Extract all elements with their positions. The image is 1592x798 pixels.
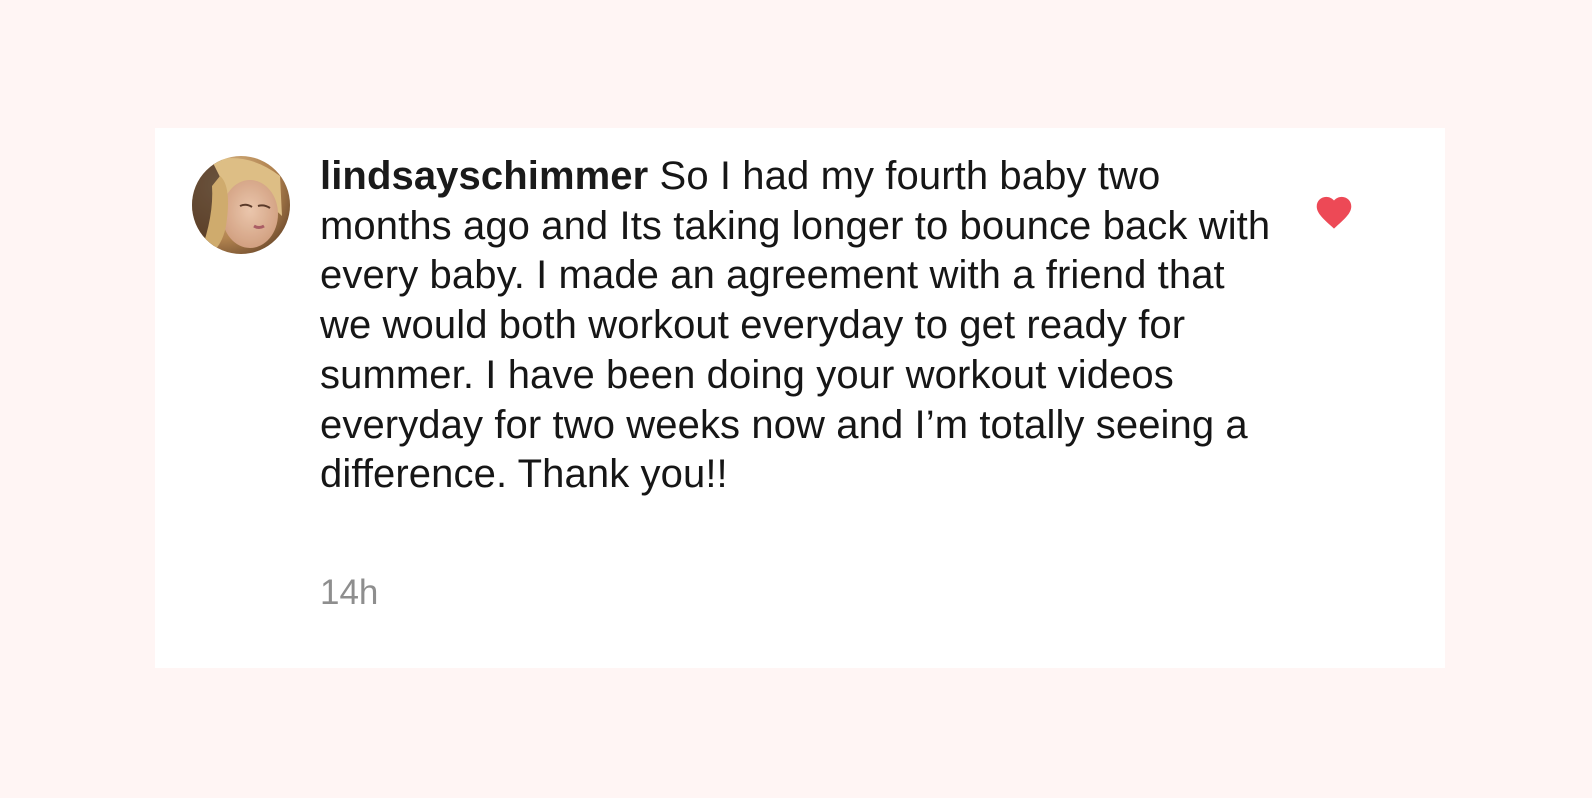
comment-card: lindsayschimmer So I had my fourth baby … [155,128,1445,668]
avatar-photo [192,156,290,254]
heart-icon [1316,196,1352,229]
like-button[interactable] [1313,192,1355,230]
avatar[interactable] [192,156,290,254]
comment-text: So I had my fourth baby two months ago a… [320,154,1271,497]
comment-timestamp[interactable]: 14h [320,573,378,613]
comment-username[interactable]: lindsayschimmer [320,154,648,198]
comment-body: lindsayschimmer So I had my fourth baby … [320,152,1280,500]
